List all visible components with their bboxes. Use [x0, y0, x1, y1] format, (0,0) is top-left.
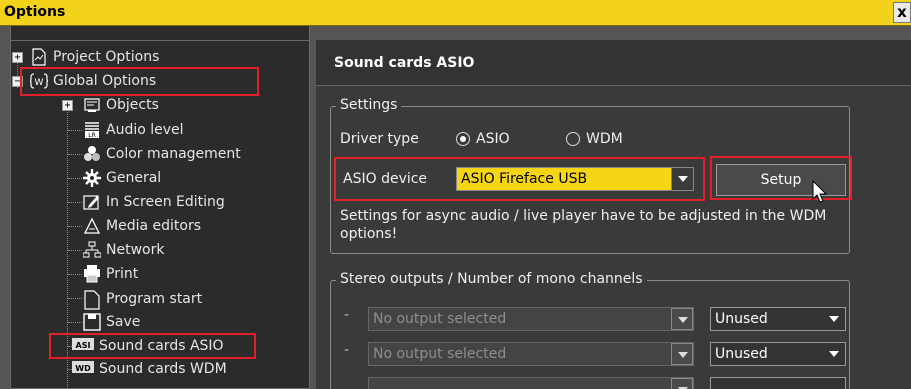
tree-item-label: Media editors	[106, 218, 201, 234]
tree-connector	[68, 178, 82, 179]
tree-item-program-start[interactable]: Program start	[83, 287, 202, 311]
tree-connector	[68, 322, 82, 323]
output-select[interactable]	[368, 377, 694, 389]
stereo-outputs-legend: Stereo outputs / Number of mono channels	[336, 271, 647, 287]
tree-item-label: Program start	[106, 291, 203, 307]
chevron-down-icon[interactable]	[671, 308, 693, 330]
panel-title: Sound cards ASIO	[334, 55, 475, 71]
tree-panel-top	[10, 26, 310, 40]
tree-connector	[68, 250, 82, 251]
network-icon	[82, 241, 102, 259]
tree-item-sound-cards-wdm[interactable]: WD Sound cards WDM	[72, 358, 227, 380]
tree-connector	[68, 226, 82, 227]
tree-item-label: General	[106, 170, 162, 186]
expand-project-options[interactable]: +	[12, 52, 23, 63]
tree-item-label: Audio level	[106, 122, 184, 138]
tree-item-in-screen-editing[interactable]: In Screen Editing	[83, 191, 225, 213]
channels-select[interactable]	[710, 377, 846, 389]
driver-wdm-radio[interactable]	[566, 132, 580, 146]
driver-asio-label[interactable]: ASIO	[476, 131, 510, 147]
tree-item-media-editors[interactable]: Media editors	[83, 215, 201, 237]
tree-item-label: In Screen Editing	[106, 194, 225, 210]
highlight-asio-device	[334, 157, 705, 201]
save-icon	[83, 313, 101, 331]
chevron-down-icon[interactable]	[823, 343, 845, 365]
chevron-down-icon[interactable]	[823, 308, 845, 330]
driver-asio-radio[interactable]	[456, 132, 470, 146]
tree-connector	[68, 202, 82, 203]
channels-value: Unused	[715, 311, 768, 327]
tree-item-label: Sound cards WDM	[99, 361, 227, 377]
panel-header: Sound cards ASIO	[316, 40, 911, 86]
tree-connector	[68, 274, 82, 275]
color-management-icon	[83, 145, 101, 163]
svg-text:LR: LR	[88, 132, 96, 139]
document-icon	[83, 290, 101, 310]
wdm-icon: WD	[72, 360, 94, 378]
output-select[interactable]: No output selected	[368, 342, 694, 366]
row-dash: -	[344, 307, 350, 323]
printer-icon	[83, 265, 101, 283]
tree-connector	[68, 298, 82, 299]
tree-item-color-management[interactable]: Color management	[83, 143, 241, 165]
channels-value: Unused	[715, 346, 768, 362]
row-dash: -	[344, 342, 350, 358]
channels-select[interactable]: Unused	[710, 342, 846, 366]
output-select[interactable]: No output selected	[368, 307, 694, 331]
tree-item-label: Objects	[106, 97, 159, 113]
tree-item-label: Save	[106, 314, 141, 330]
tree-item-objects[interactable]: Objects	[83, 94, 159, 116]
tree-connector	[68, 154, 82, 155]
svg-text:WD: WD	[75, 364, 91, 373]
tree-item-label: Print	[106, 266, 139, 282]
expand-objects[interactable]: +	[62, 100, 73, 111]
settings-note: Settings for async audio / live player h…	[340, 208, 827, 242]
chevron-down-icon[interactable]	[671, 378, 693, 389]
tree-connector	[68, 130, 82, 131]
tree-item-label: Color management	[106, 146, 241, 162]
window-title: Options	[4, 4, 66, 20]
media-editors-icon	[83, 217, 101, 235]
driver-wdm-label[interactable]: WDM	[586, 131, 623, 147]
gear-icon	[83, 169, 101, 187]
channels-select[interactable]: Unused	[710, 307, 846, 331]
output-value: No output selected	[373, 346, 507, 362]
highlight-global-options	[20, 67, 259, 96]
audio-level-icon: LR	[83, 121, 101, 139]
project-document-icon	[30, 48, 48, 66]
close-button[interactable]: x	[893, 2, 911, 23]
stereo-outputs-group	[330, 280, 850, 389]
mouse-cursor-icon	[812, 179, 828, 208]
tree-item-audio-level[interactable]: LR Audio level	[83, 119, 184, 141]
window-title-bar: Options x	[0, 0, 911, 26]
edit-icon	[83, 193, 101, 211]
tree-item-print[interactable]: Print	[83, 263, 138, 285]
tree-item-label: Project Options	[53, 49, 160, 65]
driver-type-label: Driver type	[340, 131, 419, 147]
highlight-sound-cards-asio	[49, 333, 256, 359]
tree-item-save[interactable]: Save	[83, 311, 140, 333]
chevron-down-icon[interactable]	[671, 343, 693, 365]
tree-item-project-options[interactable]: Project Options	[30, 46, 159, 68]
tree-item-general[interactable]: General	[83, 167, 161, 189]
settings-legend: Settings	[336, 97, 402, 113]
output-value: No output selected	[373, 311, 507, 327]
tree-item-network[interactable]: Network	[82, 239, 165, 261]
highlight-setup-button	[710, 156, 852, 200]
tree-item-label: Network	[106, 242, 165, 258]
objects-icon	[83, 96, 101, 114]
